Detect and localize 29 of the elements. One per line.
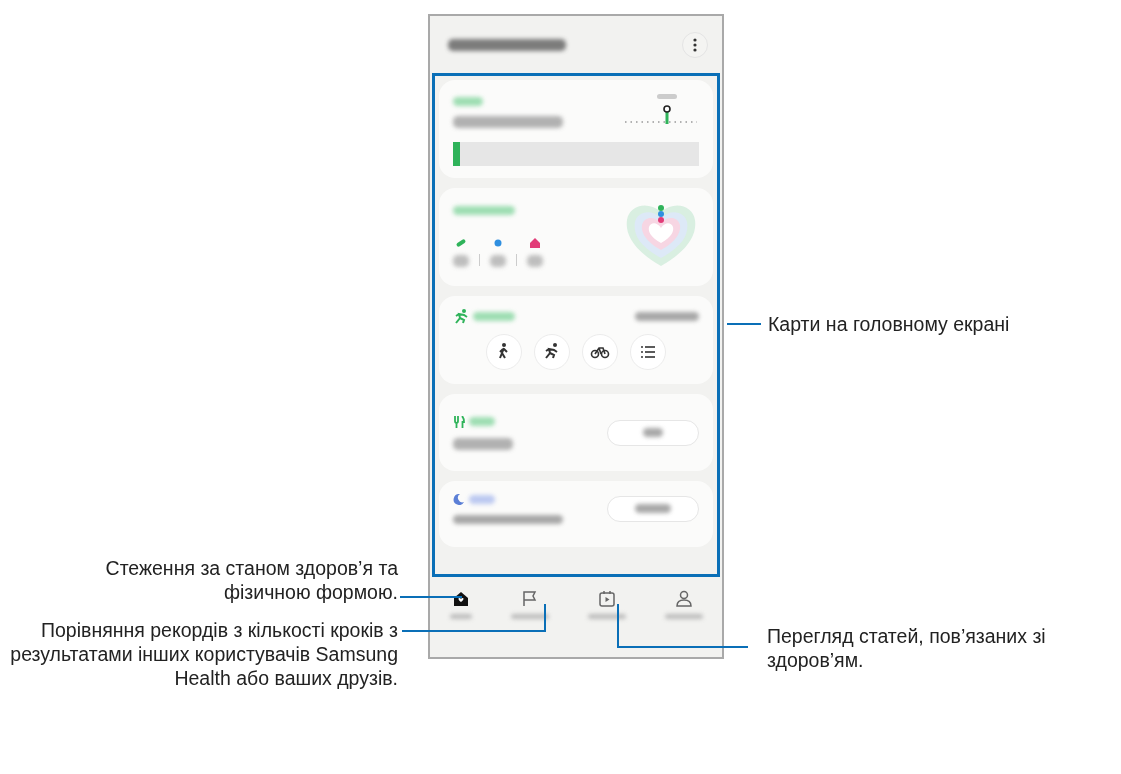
callout-text: Порівняння рекордів з кількості кроків з результатами інших користувачів Samsung Health або ваших друзів.: [9, 618, 398, 690]
blurred-text: [453, 205, 515, 215]
callout-text: Карти на головному екрані: [768, 312, 1010, 336]
leader-line: [400, 596, 462, 598]
blurred-text: [643, 428, 663, 437]
blurred-text: [635, 311, 699, 321]
blurred-text: [469, 417, 495, 426]
blurred-text: [635, 504, 671, 513]
blurred-text: [527, 254, 543, 267]
moon-icon: [453, 493, 465, 505]
leader-line: [727, 323, 761, 325]
running-person-icon: [453, 308, 469, 324]
list-button[interactable]: [630, 334, 666, 370]
callout-text: Перегляд статей, пов’язаних зі здоров’ям.: [767, 624, 1047, 672]
more-options-icon: [693, 37, 697, 52]
calendar-play-icon: [596, 589, 617, 609]
person-icon: [673, 589, 694, 609]
callout-text: Стеження за станом здоров’я та фізичною формою.: [104, 556, 398, 604]
bicycle-button[interactable]: [582, 334, 618, 370]
fork-knife-icon: [453, 415, 465, 428]
blurred-text: [453, 96, 483, 106]
blurred-text: [469, 494, 495, 504]
blurred-text: [473, 311, 515, 321]
blurred-text: [453, 254, 469, 267]
more-options-button[interactable]: [682, 31, 708, 58]
running-person-button[interactable]: [534, 334, 570, 370]
walking-person-button[interactable]: [486, 334, 522, 370]
blurred-text: [490, 254, 506, 267]
blurred-text: [453, 437, 513, 450]
